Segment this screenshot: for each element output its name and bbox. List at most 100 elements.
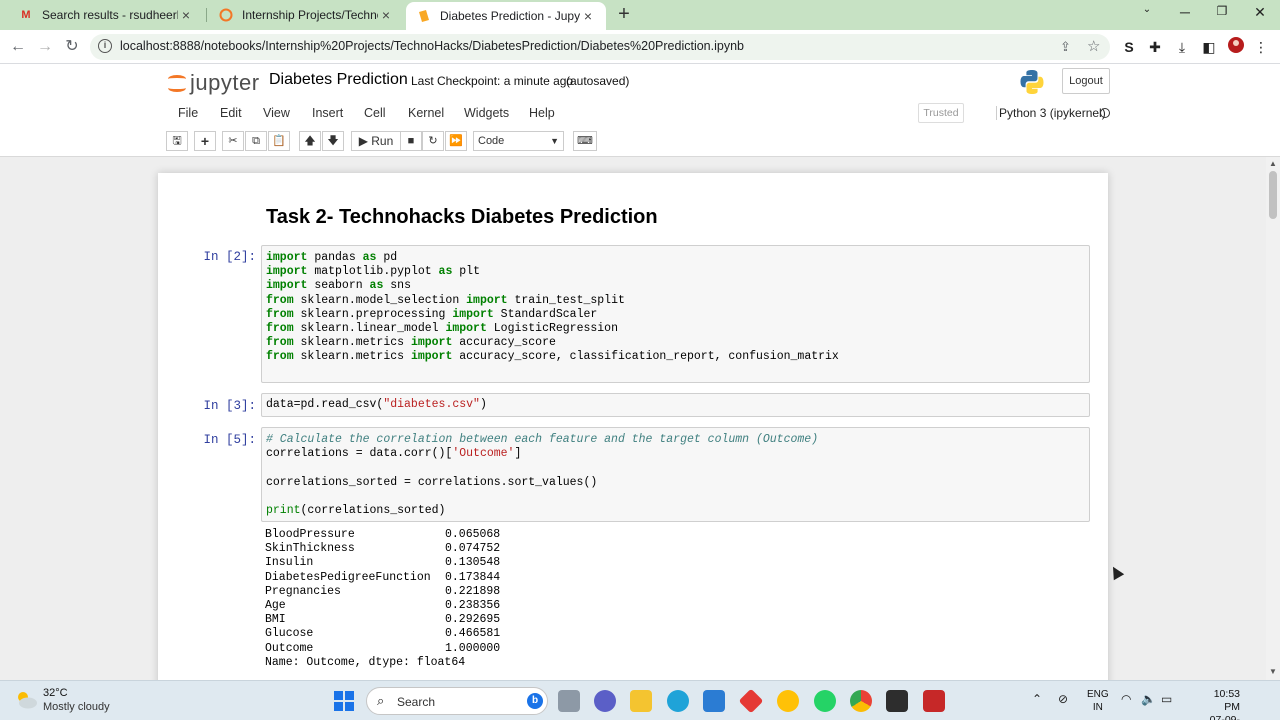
menu-edit[interactable]: Edit: [220, 106, 242, 120]
chrome-icon[interactable]: [850, 690, 872, 712]
page-scrollbar[interactable]: ▲ ▼: [1266, 157, 1280, 680]
tab-diabetes-prediction[interactable]: Diabetes Prediction - Jupyter No ×: [406, 2, 606, 30]
menu-bar: File Edit View Insert Cell Kernel Widget…: [166, 102, 1114, 126]
menu-insert[interactable]: Insert: [312, 106, 343, 120]
output-feature-name: SkinThickness: [265, 542, 355, 556]
paste-icon[interactable]: 📋: [268, 131, 290, 151]
edge-icon[interactable]: [667, 690, 689, 712]
address-bar[interactable]: i localhost:8888/notebooks/Internship%20…: [90, 34, 1110, 60]
command-palette-icon[interactable]: ⌨: [573, 131, 597, 151]
new-tab-button[interactable]: +: [613, 4, 635, 26]
notebook-name[interactable]: Diabetes Prediction: [269, 71, 408, 89]
minimize-icon[interactable]: ─: [1170, 4, 1200, 24]
cut-icon[interactable]: ✂: [222, 131, 244, 151]
wifi-icon[interactable]: ◠: [1121, 692, 1131, 706]
output-correlation-value: 0.074752: [445, 542, 501, 556]
markdown-heading[interactable]: Task 2- Technohacks Diabetes Prediction: [266, 206, 658, 229]
scroll-down-icon[interactable]: ▼: [1269, 667, 1277, 676]
weather-description[interactable]: Mostly cloudy: [43, 701, 110, 713]
taskbar-search[interactable]: ⌕ Search b: [366, 687, 548, 715]
restart-run-all-icon[interactable]: ⏩: [445, 131, 467, 151]
back-icon[interactable]: ←: [7, 37, 29, 57]
system-clock[interactable]: 10:53 PM 07-09-2023: [1196, 688, 1240, 720]
code-line: # Calculate the correlation between each…: [266, 433, 819, 446]
trusted-indicator[interactable]: Trusted: [918, 103, 964, 123]
logout-button[interactable]: Logout: [1062, 68, 1110, 94]
insert-cell-icon[interactable]: +: [194, 131, 216, 151]
site-info-icon[interactable]: i: [98, 39, 112, 53]
copy-icon[interactable]: ⧉: [245, 131, 267, 151]
search-placeholder: Search: [397, 695, 436, 709]
scrollbar-thumb[interactable]: [1269, 171, 1277, 219]
extension-s-icon[interactable]: S: [1118, 37, 1140, 57]
output-correlation-value: 0.238356: [445, 599, 501, 613]
jupyter-logo[interactable]: jupyter: [168, 70, 260, 96]
tab-gmail-search[interactable]: M Search results - rsudheerkumar4 ×: [8, 0, 204, 30]
battery-icon[interactable]: ▭: [1161, 692, 1172, 706]
menu-view[interactable]: View: [263, 106, 290, 120]
code-line: correlations = data.corr()['Outcome']: [266, 447, 522, 461]
restart-icon[interactable]: ↻: [422, 131, 444, 151]
restore-icon[interactable]: ❐: [1207, 4, 1237, 24]
code-line: import matplotlib.pyplot as plt: [266, 265, 480, 279]
reload-icon[interactable]: ↻: [61, 37, 83, 57]
weather-temperature[interactable]: 32°C: [43, 687, 68, 699]
cell-output: BloodPressure 0.065068 SkinThickness 0.0747…: [265, 528, 500, 670]
browser-menu-icon[interactable]: ⋮: [1250, 37, 1272, 57]
tab-internship-projects[interactable]: Internship Projects/TechnoHacks ×: [208, 0, 404, 30]
jupyter-icon: [416, 8, 432, 24]
weather-icon[interactable]: [14, 689, 38, 711]
tray-overflow-icon[interactable]: ⌃: [1032, 692, 1042, 706]
code-input[interactable]: import pandas as pd import matplotlib.py…: [266, 251, 839, 365]
forward-icon[interactable]: →: [34, 37, 56, 57]
tab-search-icon[interactable]: ⌄: [1132, 4, 1162, 24]
move-down-icon[interactable]: 🡇: [322, 131, 344, 151]
code-cell-imports[interactable]: import pandas as pd import matplotlib.py…: [261, 245, 1090, 383]
code-input[interactable]: data=pd.read_csv("diabetes.csv"): [266, 398, 487, 412]
store-icon[interactable]: [703, 690, 725, 712]
download-icon[interactable]: ⤓: [1171, 37, 1193, 57]
bing-icon[interactable]: b: [527, 693, 543, 709]
code-input[interactable]: # Calculate the correlation between each…: [266, 433, 818, 518]
network-off-icon[interactable]: ⊘: [1058, 692, 1068, 706]
run-button[interactable]: ▶ Run: [351, 131, 401, 151]
extensions-puzzle-icon[interactable]: ✚: [1144, 37, 1166, 57]
language-indicator[interactable]: ENG IN: [1087, 688, 1109, 714]
menu-file[interactable]: File: [178, 106, 198, 120]
code-cell-read-csv[interactable]: data=pd.read_csv("diabetes.csv"): [261, 393, 1090, 417]
output-feature-name: Age: [265, 599, 286, 613]
cell-type-select[interactable]: Code ▼: [473, 131, 564, 151]
menu-kernel[interactable]: Kernel: [408, 106, 444, 120]
python-logo-icon: [1019, 69, 1045, 95]
bookmark-star-icon[interactable]: ☆: [1087, 37, 1100, 55]
python-idle-icon[interactable]: [777, 690, 799, 712]
menu-help[interactable]: Help: [529, 106, 555, 120]
anydesk-icon[interactable]: [738, 688, 764, 714]
terminal-icon[interactable]: [886, 690, 908, 712]
save-icon[interactable]: 🖫: [166, 131, 188, 151]
profile-avatar[interactable]: [1225, 37, 1247, 57]
close-tab-icon[interactable]: ×: [178, 7, 194, 23]
interrupt-icon[interactable]: ■: [400, 131, 422, 151]
menu-widgets[interactable]: Widgets: [464, 106, 509, 120]
chat-icon[interactable]: [594, 690, 616, 712]
close-window-icon[interactable]: ✕: [1245, 4, 1275, 24]
code-cell-correlation[interactable]: # Calculate the correlation between each…: [261, 427, 1090, 522]
output-correlation-value: 0.466581: [445, 627, 501, 641]
app-icon[interactable]: [923, 690, 945, 712]
output-row: Insulin 0.130548: [265, 556, 500, 570]
close-tab-icon[interactable]: ×: [580, 8, 596, 24]
close-tab-icon[interactable]: ×: [378, 7, 394, 23]
menu-cell[interactable]: Cell: [364, 106, 386, 120]
file-explorer-icon[interactable]: [630, 690, 652, 712]
side-panel-icon[interactable]: ◧: [1198, 37, 1220, 57]
whatsapp-icon[interactable]: [814, 690, 836, 712]
move-up-icon[interactable]: 🡅: [299, 131, 321, 151]
kernel-name[interactable]: Python 3 (ipykernel): [996, 106, 1106, 120]
scroll-up-icon[interactable]: ▲: [1269, 159, 1277, 168]
url-text[interactable]: localhost:8888/notebooks/Internship%20Pr…: [120, 39, 744, 53]
windows-start-icon[interactable]: [334, 691, 354, 711]
volume-icon[interactable]: 🔈: [1141, 692, 1156, 706]
task-view-icon[interactable]: [558, 690, 580, 712]
share-icon[interactable]: ⇪: [1060, 39, 1071, 55]
